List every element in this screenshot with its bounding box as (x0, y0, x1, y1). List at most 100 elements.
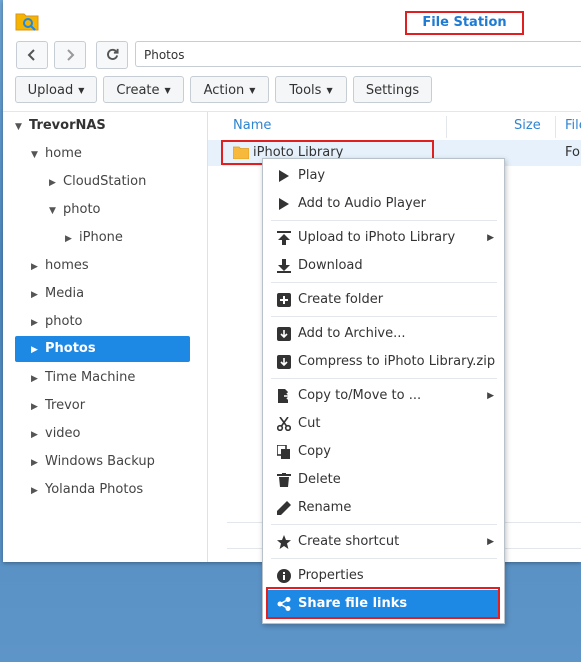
menu-item-label: Create folder (298, 292, 384, 307)
copy-icon (277, 445, 290, 459)
tree-item-label: homes (45, 258, 89, 273)
forward-button[interactable] (54, 41, 86, 69)
action-button[interactable]: Action ▼ (190, 76, 269, 103)
tree-item-photo[interactable]: ▶ photo (31, 309, 83, 335)
archive-icon (277, 327, 291, 341)
tree-item-trevor[interactable]: ▶ Trevor (31, 393, 85, 419)
menu-item-download[interactable]: Download (263, 252, 504, 280)
scissors-icon (277, 417, 291, 431)
tree-item-iphone[interactable]: ▶ iPhone (65, 225, 123, 251)
settings-button-label: Settings (365, 83, 420, 98)
caret-right-icon: ▶ (31, 430, 38, 440)
menu-divider (271, 524, 497, 525)
menu-divider (271, 282, 497, 283)
menu-item-copy[interactable]: Copy (263, 438, 504, 466)
refresh-button[interactable] (96, 41, 128, 69)
play-icon (279, 170, 289, 182)
upload-button[interactable]: Upload ▼ (15, 76, 97, 103)
back-button[interactable] (16, 41, 48, 69)
star-icon (277, 535, 291, 549)
tree-item-label: Time Machine (45, 370, 136, 385)
menu-item-properties[interactable]: Properties (263, 562, 504, 590)
tree-item-label: photo (63, 202, 101, 217)
share-file-links-highlight (266, 587, 500, 619)
menu-item-delete[interactable]: Delete (263, 466, 504, 494)
menu-item-label: Add to Audio Player (298, 196, 427, 211)
menu-item-label: Copy to/Move to ... (298, 388, 422, 403)
menu-item-create-shortcut[interactable]: Create shortcut ▶ (263, 528, 504, 556)
menu-item-cut[interactable]: Cut (263, 410, 504, 438)
caret-right-icon: ▶ (31, 374, 38, 384)
pencil-icon (277, 501, 291, 515)
menu-item-label: Delete (298, 472, 341, 487)
trash-icon (277, 473, 291, 487)
tree-item-media[interactable]: ▶ Media (31, 281, 84, 307)
menu-item-label: Properties (298, 568, 364, 583)
menu-item-rename[interactable]: Rename (263, 494, 504, 522)
menu-item-add-to-archive[interactable]: Add to Archive... (263, 320, 504, 348)
menu-divider (271, 378, 497, 379)
menu-divider (271, 316, 497, 317)
folder-tree: ▼ TrevorNAS ▼ home ▶ CloudStation ▼ photo ▶ i… (3, 112, 207, 562)
menu-item-label: Copy (298, 444, 331, 459)
settings-button[interactable]: Settings (353, 76, 432, 103)
caret-down-icon: ▼ (78, 86, 85, 95)
caret-right-icon: ▶ (31, 486, 38, 496)
app-title: File Station (405, 11, 524, 35)
play-icon (279, 198, 289, 210)
column-header-file-type[interactable]: File (565, 112, 581, 140)
caret-down-icon: ▼ (15, 122, 22, 132)
pane-divider[interactable] (207, 112, 208, 562)
tree-item-windows-backup[interactable]: ▶ Windows Backup (31, 449, 155, 475)
tree-root-label: TrevorNAS (29, 118, 106, 133)
menu-item-label: Add to Archive... (298, 326, 406, 341)
menu-item-compress[interactable]: Compress to iPhoto Library.zip (263, 348, 504, 376)
tree-item-label: iPhone (79, 230, 123, 245)
tree-item-label: Media (45, 286, 85, 301)
info-icon (277, 569, 291, 583)
tree-item-photos[interactable]: ▶ Photos (15, 336, 190, 362)
caret-down-icon: ▼ (249, 86, 256, 95)
tree-item-time-machine[interactable]: ▶ Time Machine (31, 365, 135, 391)
title-bar: File Station (3, 0, 581, 38)
copy-move-icon (278, 389, 291, 403)
tree-item-home-photo[interactable]: ▼ photo (49, 197, 101, 223)
column-header-size[interactable]: Size (514, 112, 541, 140)
submenu-arrow-icon: ▶ (487, 537, 494, 547)
tools-button-label: Tools (289, 83, 322, 98)
chevron-left-icon (27, 48, 35, 61)
menu-item-label: Download (298, 258, 363, 273)
submenu-arrow-icon: ▶ (487, 233, 494, 243)
menu-item-create-folder[interactable]: Create folder (263, 286, 504, 314)
create-button[interactable]: Create ▼ (103, 76, 184, 103)
menu-item-label: Play (298, 168, 326, 183)
tree-item-cloudstation[interactable]: ▶ CloudStation (49, 169, 146, 195)
caret-right-icon: ▶ (31, 290, 38, 300)
caret-right-icon: ▶ (65, 234, 72, 244)
menu-item-upload[interactable]: Upload to iPhoto Library ▶ (263, 224, 504, 252)
caret-right-icon: ▶ (31, 262, 38, 272)
tree-item-yolanda-photos[interactable]: ▶ Yolanda Photos (31, 477, 143, 503)
context-menu: Play Add to Audio Player Upload to iPhot… (262, 158, 505, 624)
file-list-header: Name Size File (208, 112, 581, 141)
caret-right-icon: ▶ (31, 318, 38, 328)
column-header-name[interactable]: Name (233, 112, 271, 140)
tree-item-video[interactable]: ▶ video (31, 421, 81, 447)
tree-item-homes[interactable]: ▶ homes (31, 253, 89, 279)
column-divider[interactable] (555, 116, 556, 138)
tools-button[interactable]: Tools ▼ (275, 76, 347, 103)
caret-right-icon: ▶ (31, 458, 38, 468)
menu-divider (271, 558, 497, 559)
tree-root[interactable]: ▼ TrevorNAS (15, 113, 106, 139)
menu-item-copy-move[interactable]: Copy to/Move to ... ▶ (263, 382, 504, 410)
menu-divider (271, 220, 497, 221)
menu-item-play[interactable]: Play (263, 162, 504, 190)
menu-item-add-to-audio-player[interactable]: Add to Audio Player (263, 190, 504, 218)
caret-down-icon: ▼ (326, 86, 333, 95)
chevron-right-icon (67, 48, 75, 61)
path-input[interactable]: Photos (135, 41, 581, 67)
tree-item-label: photo (45, 314, 83, 329)
column-divider[interactable] (446, 116, 447, 138)
caret-down-icon: ▼ (31, 150, 38, 160)
tree-item-home[interactable]: ▼ home (31, 141, 82, 167)
